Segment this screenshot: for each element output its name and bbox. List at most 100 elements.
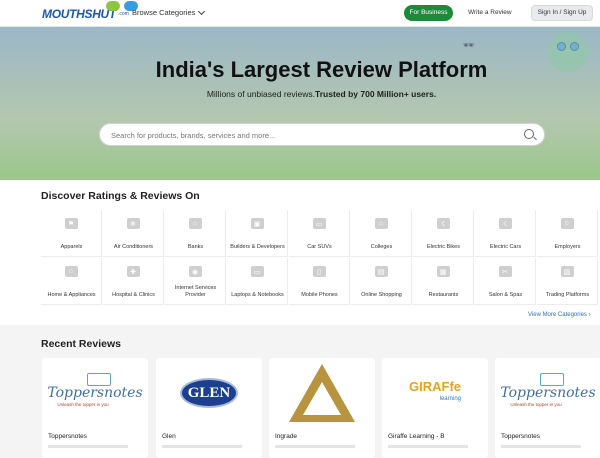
view-more-label: View More Categories xyxy=(528,312,587,318)
review-snippet-placeholder xyxy=(501,445,581,448)
review-card[interactable]: INGRADE Ingrade xyxy=(269,358,375,458)
bank-icon: ⌂ xyxy=(188,218,202,229)
category-label: Salon & Spas xyxy=(488,292,523,298)
category-tile[interactable]: ▦ Restaurants xyxy=(413,258,474,305)
signin-signup-button[interactable]: Sign In / Sign Up xyxy=(531,5,593,21)
category-tile[interactable]: ▭ Car SUVs xyxy=(289,210,350,257)
category-label: Online Shopping xyxy=(361,292,402,298)
review-snippet-placeholder xyxy=(275,445,355,448)
review-snippet-placeholder xyxy=(48,445,128,448)
search-bar xyxy=(99,123,545,146)
category-tile[interactable]: ⌂ Banks xyxy=(165,210,226,257)
discover-section: Discover Ratings & Reviews On ⚑ Apparels ❄… xyxy=(0,180,600,325)
category-tile[interactable]: ◉ Internet Services Provider xyxy=(165,258,226,305)
discover-title: Discover Ratings & Reviews On xyxy=(41,190,200,202)
glen-logo-text: GLEN xyxy=(180,378,238,408)
search-icon[interactable] xyxy=(524,129,534,139)
internet-icon: ◉ xyxy=(188,266,202,277)
mobile-icon: ▯ xyxy=(312,266,326,277)
mouthshut-logo[interactable]: MOUTHSHUT .com xyxy=(42,1,138,24)
category-tile[interactable]: ✂ Salon & Spas xyxy=(475,258,536,305)
category-tile[interactable]: ☇ Electric Cars xyxy=(475,210,536,257)
top-navigation-bar: MOUTHSHUT .com Browse Categories For Bus… xyxy=(0,0,600,27)
category-label: Apparels xyxy=(60,244,83,250)
mascot-eye-icon xyxy=(570,42,579,51)
car-icon: ▭ xyxy=(312,218,326,229)
review-card-name: Glen xyxy=(162,433,176,440)
review-card-name: Giraffe Learning - B xyxy=(388,433,445,440)
laptop-icon: ▭ xyxy=(250,266,264,277)
review-card[interactable]: GIRAFfe learning Giraffe Learning - B xyxy=(382,358,488,458)
write-review-link[interactable]: Write a Review xyxy=(468,9,512,16)
category-tile[interactable]: ❄ Air Conditioners xyxy=(103,210,164,257)
view-more-categories-link[interactable]: View More Categories › xyxy=(528,312,591,318)
giraffe-logo-text: GIRAFfe xyxy=(409,379,461,394)
category-tile[interactable]: ▨ Trading Platforms xyxy=(537,258,598,305)
category-tile[interactable]: ▣ Builders & Developers xyxy=(227,210,288,257)
sunglasses-icon: 🕶 xyxy=(463,40,475,50)
category-tile[interactable]: ⚑ Apparels xyxy=(41,210,102,257)
category-tile[interactable]: ✚ Hospital & Clinics xyxy=(103,258,164,305)
category-tile[interactable]: ☺ Employers xyxy=(537,210,598,257)
category-label: Colleges xyxy=(370,244,393,250)
salon-icon: ✂ xyxy=(498,266,512,277)
recent-reviews-title: Recent Reviews xyxy=(41,338,121,350)
recent-reviews-section: Recent Reviews Toppersnotes Unleash the t… xyxy=(0,325,600,458)
category-label: Laptops & Notebooks xyxy=(231,292,284,298)
book-icon xyxy=(87,373,112,386)
category-label: Trading Platforms xyxy=(545,292,590,298)
apparel-icon: ⚑ xyxy=(64,218,78,229)
category-tile[interactable]: ▭ Laptops & Notebooks xyxy=(227,258,288,305)
home-appliance-icon: ⌂ xyxy=(64,266,78,277)
logo-badge-icon xyxy=(106,1,120,11)
toppersnotes-tagline: Unleash the topper in you xyxy=(57,402,109,407)
toppersnotes-logo: Toppersnotes Unleash the topper in you xyxy=(495,358,600,428)
electric-car-icon: ☇ xyxy=(498,218,512,229)
restaurant-icon: ▦ xyxy=(436,266,450,277)
toppersnotes-tagline: Unleash the topper in you xyxy=(510,402,562,407)
review-snippet-placeholder xyxy=(388,445,468,448)
category-tile[interactable]: ⌂ Colleges xyxy=(351,210,412,257)
category-label: Air Conditioners xyxy=(113,244,154,250)
category-tile[interactable]: ▯ Mobile Phones xyxy=(289,258,350,305)
category-label: Employers xyxy=(554,244,581,250)
category-tile[interactable]: ⌂ Home & Appliances xyxy=(41,258,102,305)
trading-icon: ▨ xyxy=(560,266,574,277)
category-label: Mobile Phones xyxy=(301,292,338,298)
category-label: Electric Cars xyxy=(489,244,522,250)
electric-bike-icon: ☇ xyxy=(436,218,450,229)
browse-categories-label: Browse Categories xyxy=(132,8,196,17)
college-icon: ⌂ xyxy=(374,218,388,229)
category-label: Builders & Developers xyxy=(230,244,285,250)
for-business-button[interactable]: For Business xyxy=(404,5,453,21)
online-shopping-icon: ▤ xyxy=(374,266,388,277)
browse-categories-dropdown[interactable]: Browse Categories xyxy=(132,7,206,17)
search-input[interactable] xyxy=(111,128,511,142)
building-icon: ▣ xyxy=(250,218,264,229)
hero-banner: 🕶 India's Largest Review Platform Millio… xyxy=(0,27,600,180)
ingrade-logo-text: INGRADE xyxy=(308,410,329,415)
toppersnotes-logo: Toppersnotes Unleash the topper in you xyxy=(42,358,148,428)
giraffe-logo-subtext: learning xyxy=(439,396,461,402)
hero-title: India's Largest Review Platform xyxy=(155,57,488,82)
ingrade-logo: INGRADE xyxy=(269,358,375,428)
hero-subtitle-bold: Trusted by 700 Million+ users. xyxy=(315,89,437,99)
category-tile[interactable]: ☇ Electric Bikes xyxy=(413,210,474,257)
logo-text: MOUTHSHUT xyxy=(42,6,116,21)
category-label: Internet Services Provider xyxy=(174,285,217,298)
category-label: Electric Bikes xyxy=(426,244,460,250)
category-label: Restaurants xyxy=(428,292,459,298)
toppersnotes-logo-text: Toppersnotes xyxy=(47,385,143,401)
review-snippet-placeholder xyxy=(162,445,242,448)
category-label: Banks xyxy=(187,244,204,250)
hospital-icon: ✚ xyxy=(126,266,140,277)
category-label: Home & Appliances xyxy=(47,292,96,298)
review-card[interactable]: GLEN Glen xyxy=(156,358,262,458)
category-label: Hospital & Clinics xyxy=(112,292,155,298)
review-card[interactable]: Toppersnotes Unleash the topper in you To… xyxy=(42,358,148,458)
chevron-right-icon: › xyxy=(588,312,591,318)
category-tile[interactable]: ▤ Online Shopping xyxy=(351,258,412,305)
review-card[interactable]: Toppersnotes Unleash the topper in you To… xyxy=(495,358,600,458)
glen-logo: GLEN xyxy=(156,358,262,428)
air-conditioner-icon: ❄ xyxy=(126,218,140,229)
